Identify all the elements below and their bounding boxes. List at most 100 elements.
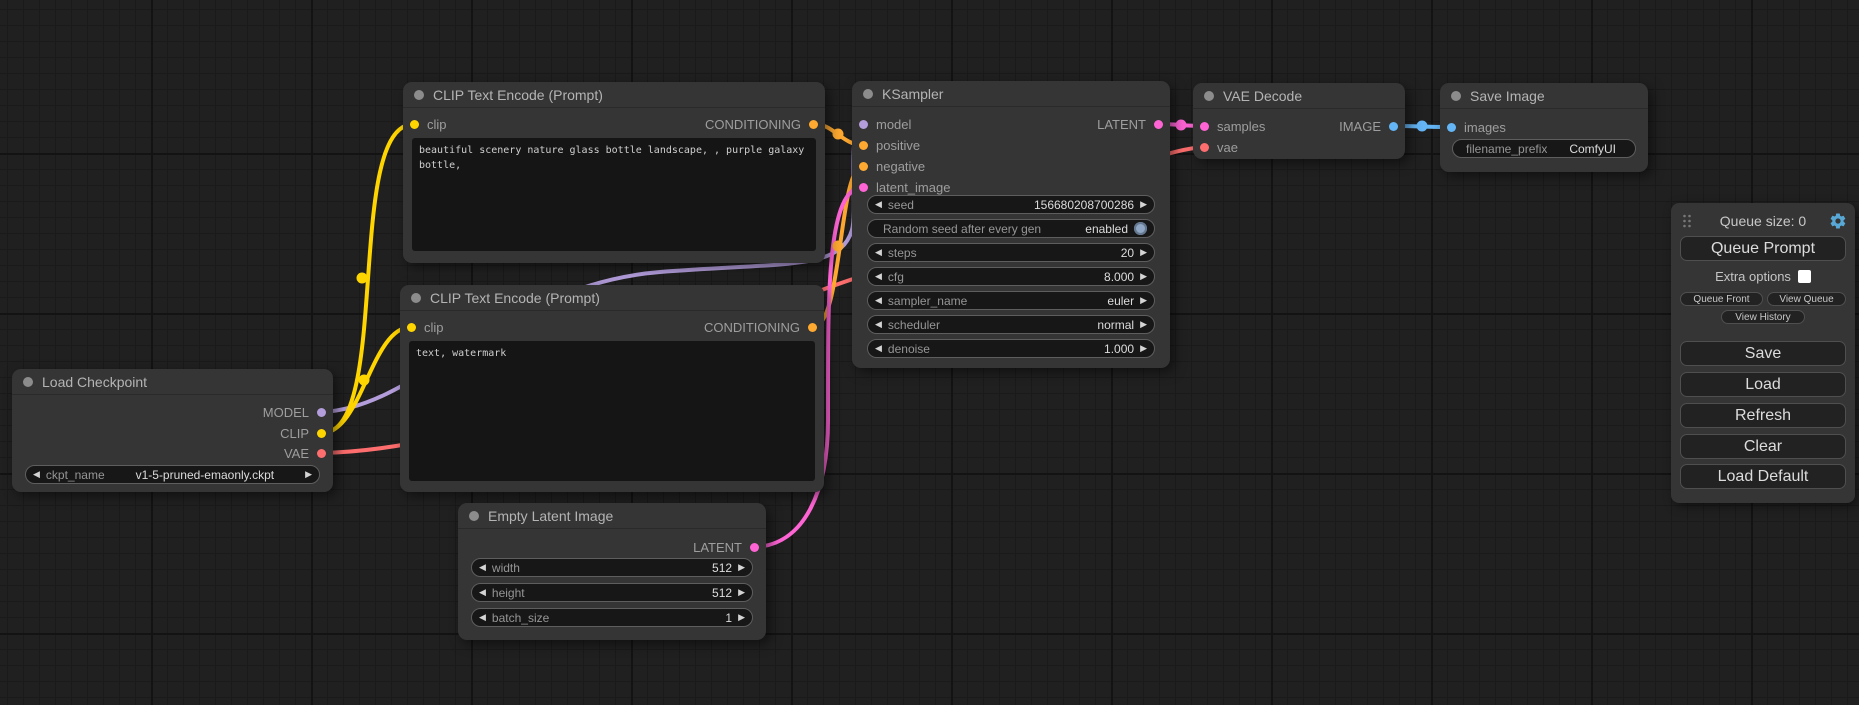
sampler-name-widget[interactable]: ◀ sampler_name euler ▶ [867, 291, 1155, 310]
node-collapse-dot[interactable] [469, 511, 479, 521]
output-slot-latent[interactable] [750, 543, 759, 552]
input-slot-clip[interactable] [407, 323, 416, 332]
output-slot-clip[interactable] [317, 429, 326, 438]
steps-widget[interactable]: ◀ steps 20 ▶ [867, 243, 1155, 262]
input-slot-clip[interactable] [410, 120, 419, 129]
node-collapse-dot[interactable] [411, 293, 421, 303]
prev-value-icon[interactable]: ◀ [875, 200, 882, 209]
next-value-icon[interactable]: ▶ [305, 470, 312, 479]
random-seed-toggle-widget[interactable]: Random seed after every gen enabled [867, 219, 1155, 238]
next-value-icon[interactable]: ▶ [1140, 200, 1147, 209]
scheduler-widget[interactable]: ◀ scheduler normal ▶ [867, 315, 1155, 334]
next-value-icon[interactable]: ▶ [738, 613, 745, 622]
prev-value-icon[interactable]: ◀ [875, 344, 882, 353]
load-button[interactable]: Load [1680, 372, 1846, 397]
node-title: Save Image [1470, 88, 1545, 104]
input-slot-negative[interactable] [859, 162, 868, 171]
output-label-vae: VAE [284, 446, 309, 461]
positive-prompt-textarea[interactable]: beautiful scenery nature glass bottle la… [412, 138, 816, 251]
denoise-widget[interactable]: ◀ denoise 1.000 ▶ [867, 339, 1155, 358]
queue-panel: Queue size: 0 Queue Prompt Extra options… [1671, 203, 1855, 503]
widget-value: 20 [1121, 246, 1134, 260]
widget-value: 156680208700286 [1034, 198, 1134, 212]
widget-label: denoise [888, 342, 930, 356]
extra-options-label: Extra options [1715, 269, 1791, 284]
save-button[interactable]: Save [1680, 341, 1846, 366]
cfg-widget[interactable]: ◀ cfg 8.000 ▶ [867, 267, 1155, 286]
node-load-checkpoint[interactable]: Load Checkpoint MODEL CLIP VAE ◀ ckpt_na… [12, 369, 333, 492]
batch-size-widget[interactable]: ◀ batch_size 1 ▶ [471, 608, 753, 627]
extra-options-checkbox[interactable] [1798, 270, 1811, 283]
prev-value-icon[interactable]: ◀ [33, 470, 40, 479]
node-title: CLIP Text Encode (Prompt) [433, 87, 603, 103]
next-value-icon[interactable]: ▶ [738, 563, 745, 572]
input-label-model: model [876, 117, 911, 132]
output-slot-image[interactable] [1389, 122, 1398, 131]
widget-value: enabled [1085, 222, 1128, 236]
node-clip-text-encode-negative[interactable]: CLIP Text Encode (Prompt) clip CONDITION… [400, 285, 824, 492]
node-collapse-dot[interactable] [414, 90, 424, 100]
node-ksampler[interactable]: KSampler model positive negative latent_… [852, 81, 1170, 368]
settings-gear-icon[interactable] [1829, 212, 1847, 230]
output-slot-conditioning[interactable] [809, 120, 818, 129]
toggle-icon[interactable] [1134, 222, 1147, 235]
output-slot-conditioning[interactable] [808, 323, 817, 332]
prev-value-icon[interactable]: ◀ [479, 563, 486, 572]
prev-value-icon[interactable]: ◀ [875, 296, 882, 305]
next-value-icon[interactable]: ▶ [1140, 296, 1147, 305]
widget-label: ckpt_name [46, 468, 105, 482]
node-vae-decode[interactable]: VAE Decode samples vae IMAGE [1193, 83, 1405, 159]
prev-value-icon[interactable]: ◀ [875, 272, 882, 281]
node-save-image[interactable]: Save Image images filename_prefix ComfyU… [1440, 83, 1648, 172]
output-slot-model[interactable] [317, 408, 326, 417]
widget-value: normal [1097, 318, 1134, 332]
input-slot-positive[interactable] [859, 141, 868, 150]
widget-value: v1-5-pruned-emaonly.ckpt [136, 468, 275, 482]
input-label-clip: clip [427, 117, 447, 132]
node-empty-latent-image[interactable]: Empty Latent Image LATENT ◀ width 512 ▶ … [458, 503, 766, 640]
queue-front-button[interactable]: Queue Front [1680, 292, 1763, 306]
next-value-icon[interactable]: ▶ [1140, 344, 1147, 353]
output-slot-latent[interactable] [1154, 120, 1163, 129]
prev-value-icon[interactable]: ◀ [479, 588, 486, 597]
seed-widget[interactable]: ◀ seed 156680208700286 ▶ [867, 195, 1155, 214]
prev-value-icon[interactable]: ◀ [875, 248, 882, 257]
ckpt-name-widget[interactable]: ◀ ckpt_name v1-5-pruned-emaonly.ckpt ▶ [25, 465, 320, 484]
clear-button[interactable]: Clear [1680, 434, 1846, 459]
filename-prefix-widget[interactable]: filename_prefix ComfyUI [1452, 139, 1636, 158]
load-default-button[interactable]: Load Default [1680, 464, 1846, 489]
widget-value: 1 [725, 611, 732, 625]
input-label-images: images [1464, 120, 1506, 135]
view-history-button[interactable]: View History [1721, 310, 1805, 324]
input-slot-latent-image[interactable] [859, 183, 868, 192]
node-collapse-dot[interactable] [863, 89, 873, 99]
prev-value-icon[interactable]: ◀ [479, 613, 486, 622]
next-value-icon[interactable]: ▶ [1140, 248, 1147, 257]
prev-value-icon[interactable]: ◀ [875, 320, 882, 329]
output-label-model: MODEL [263, 405, 309, 420]
widget-value: 1.000 [1104, 342, 1134, 356]
output-label-latent: LATENT [1097, 117, 1146, 132]
refresh-button[interactable]: Refresh [1680, 403, 1846, 428]
input-label-positive: positive [876, 138, 920, 153]
next-value-icon[interactable]: ▶ [1140, 272, 1147, 281]
input-slot-model[interactable] [859, 120, 868, 129]
input-slot-samples[interactable] [1200, 122, 1209, 131]
node-collapse-dot[interactable] [1204, 91, 1214, 101]
negative-prompt-textarea[interactable]: text, watermark [409, 341, 815, 481]
widget-value: euler [1107, 294, 1134, 308]
next-value-icon[interactable]: ▶ [738, 588, 745, 597]
input-slot-images[interactable] [1447, 123, 1456, 132]
output-slot-vae[interactable] [317, 449, 326, 458]
view-queue-button[interactable]: View Queue [1767, 292, 1846, 306]
width-widget[interactable]: ◀ width 512 ▶ [471, 558, 753, 577]
node-collapse-dot[interactable] [23, 377, 33, 387]
height-widget[interactable]: ◀ height 512 ▶ [471, 583, 753, 602]
node-clip-text-encode-positive[interactable]: CLIP Text Encode (Prompt) clip CONDITION… [403, 82, 825, 263]
next-value-icon[interactable]: ▶ [1140, 320, 1147, 329]
input-slot-vae[interactable] [1200, 143, 1209, 152]
node-collapse-dot[interactable] [1451, 91, 1461, 101]
queue-prompt-button[interactable]: Queue Prompt [1680, 236, 1846, 261]
widget-value: 512 [712, 586, 732, 600]
output-label-conditioning: CONDITIONING [704, 320, 800, 335]
